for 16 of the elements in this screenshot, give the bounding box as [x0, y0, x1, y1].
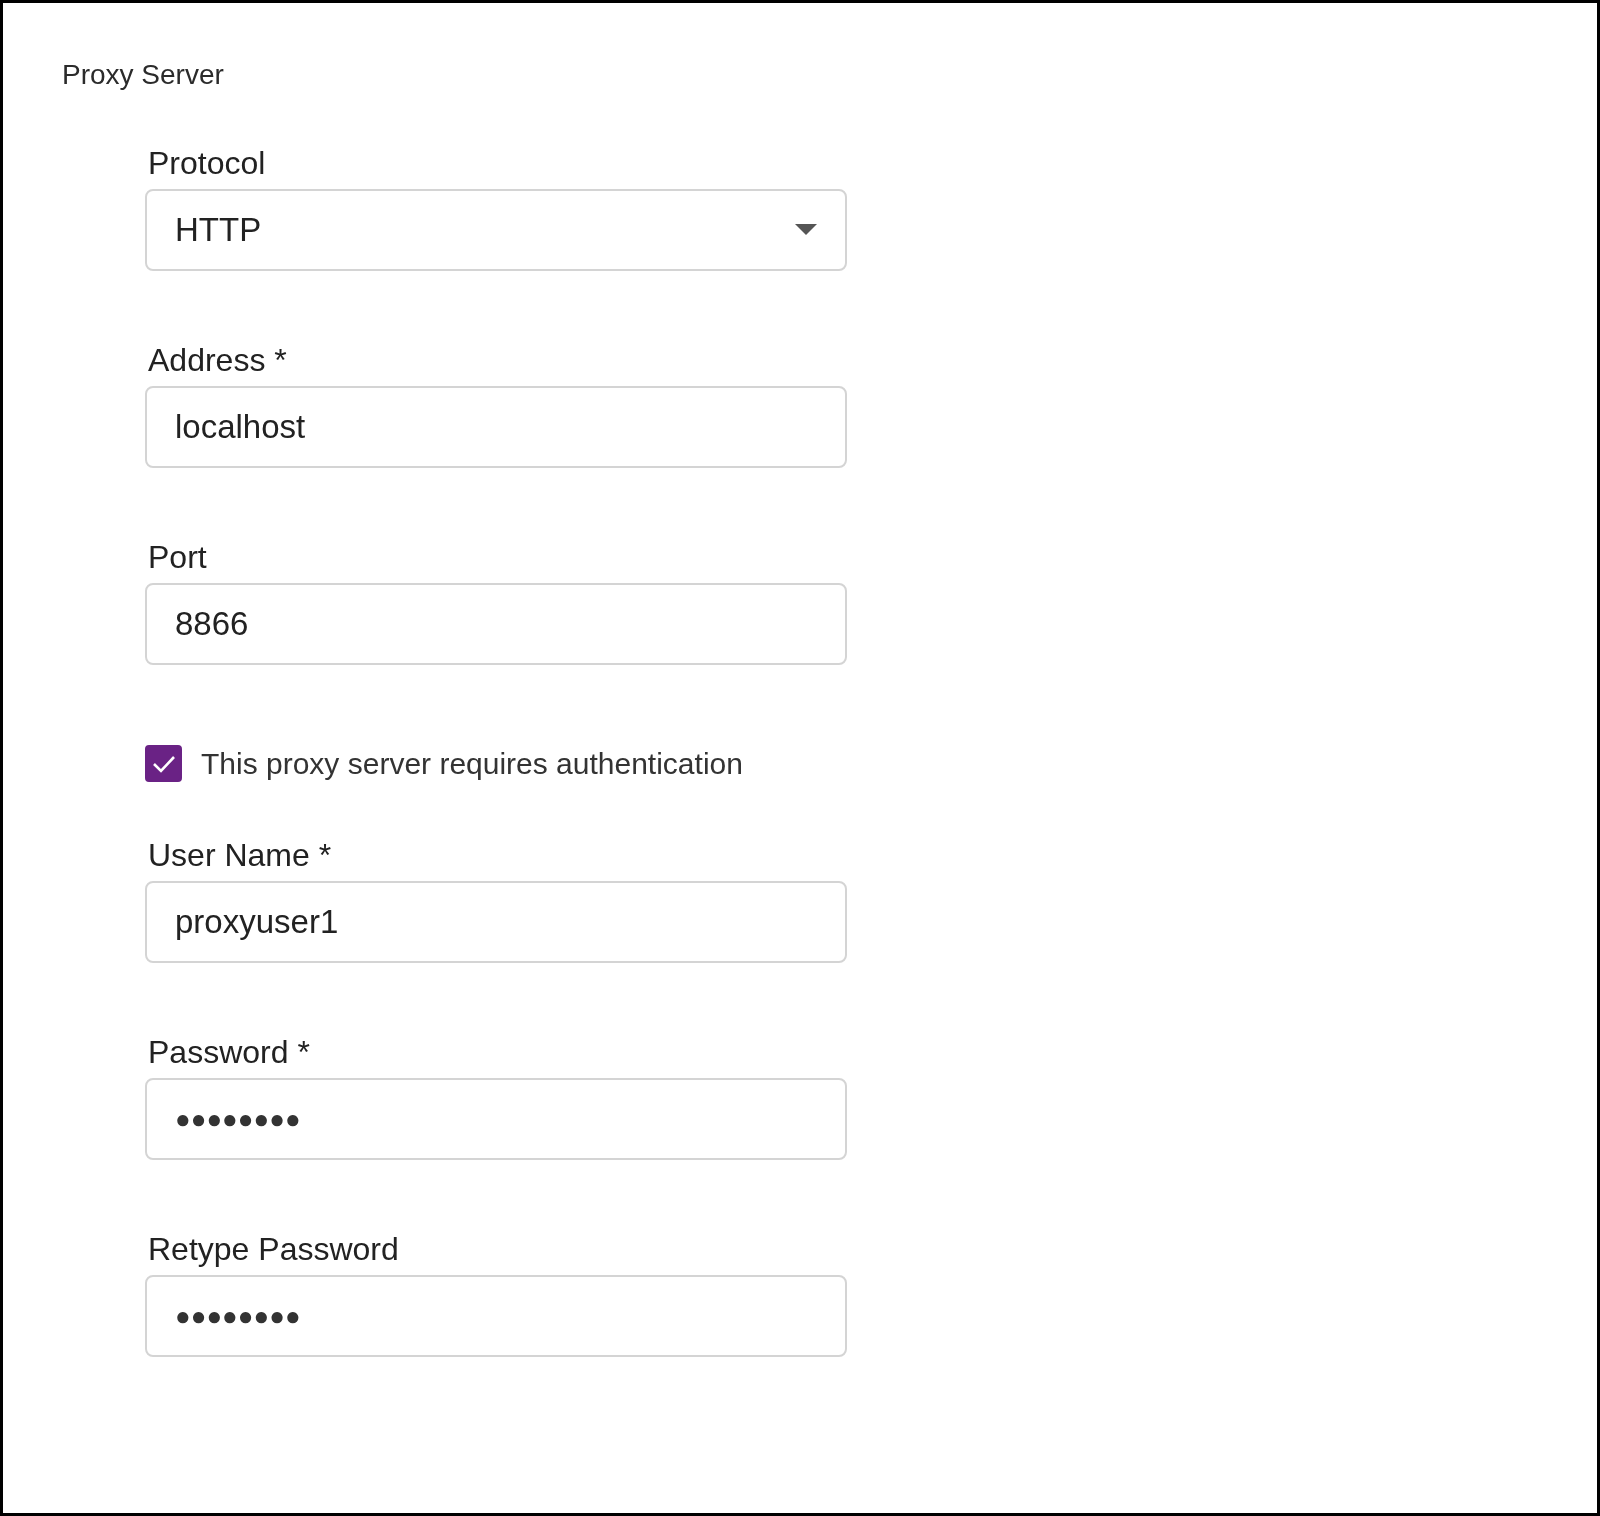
caret-icon [795, 224, 817, 236]
field-label: Password * [148, 1034, 310, 1070]
text-field[interactable]: proxyuser1 [145, 881, 847, 963]
checkbox[interactable] [145, 745, 182, 782]
password-field[interactable]: ●●●●●●●● [145, 1275, 847, 1357]
password-field[interactable]: ●●●●●●●● [145, 1078, 847, 1160]
text-field[interactable]: localhost [145, 386, 847, 468]
field-label: Retype Password [148, 1231, 399, 1267]
checkbox-label: This proxy server requires authentication [201, 746, 743, 781]
field-label: User Name * [148, 837, 332, 873]
field-label: Protocol [148, 145, 266, 181]
protocol-dropdown[interactable]: HTTP [145, 189, 847, 271]
field-label: Address * [148, 342, 287, 378]
section-title: Proxy Server [62, 58, 225, 92]
field-label: Port [148, 539, 207, 575]
text-field[interactable]: 8866 [145, 583, 847, 665]
